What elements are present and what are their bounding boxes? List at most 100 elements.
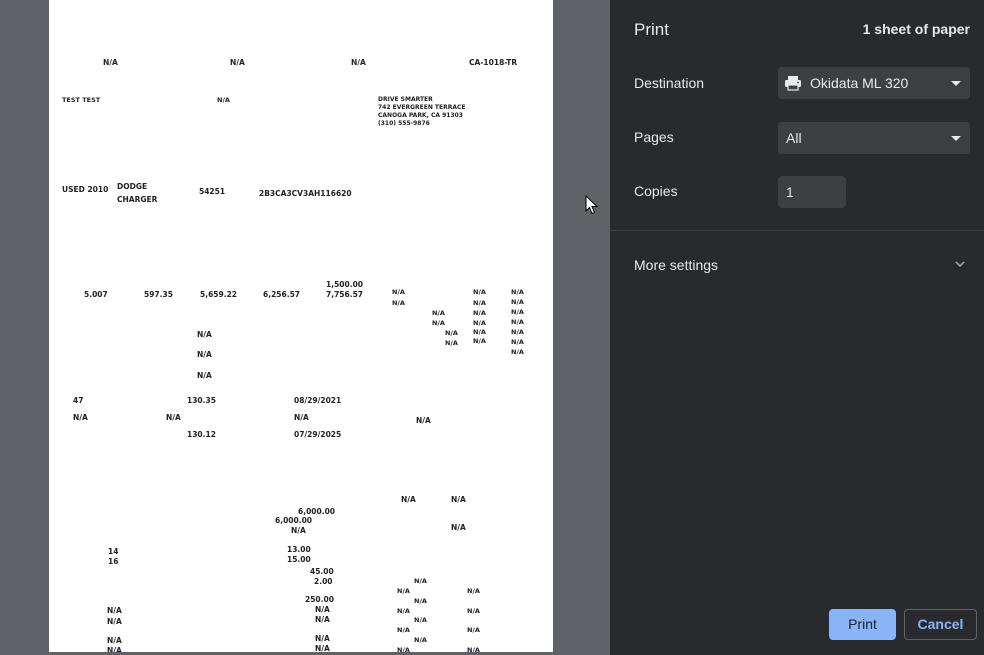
preview-text: N/A xyxy=(445,329,458,337)
preview-text: N/A xyxy=(107,606,122,615)
copies-label: Copies xyxy=(634,183,678,199)
preview-form-id: CA-1018-TR xyxy=(469,58,518,67)
preview-text: N/A xyxy=(451,523,466,532)
preview-total-payments: 6,256.57 xyxy=(263,290,301,299)
preview-text: N/A xyxy=(511,308,524,316)
preview-text: N/A xyxy=(294,413,309,422)
preview-fee: 250.00 xyxy=(305,595,334,604)
preview-fee: 2.00 xyxy=(314,577,333,586)
preview-text: N/A xyxy=(511,338,524,346)
dropdown-arrow-icon xyxy=(951,81,961,86)
preview-payment-amount: 130.35 xyxy=(187,396,216,405)
preview-text: N/A xyxy=(397,587,410,595)
preview-text: N/A xyxy=(467,626,480,634)
more-settings-label: More settings xyxy=(634,257,719,273)
preview-text: N/A xyxy=(166,413,181,422)
preview-text: N/A xyxy=(511,348,524,356)
preview-vehicle-year: USED 2010 xyxy=(62,185,109,194)
preview-text: N/A xyxy=(315,644,330,652)
more-settings-toggle[interactable]: More settings xyxy=(610,248,984,282)
preview-text: N/A xyxy=(107,617,122,626)
print-preview-area[interactable]: N/A N/A N/A CA-1018-TR TEST TEST N/A DRI… xyxy=(0,0,610,655)
destination-select[interactable]: Okidata ML 320 xyxy=(778,67,970,99)
preview-text: N/A xyxy=(414,616,427,624)
printer-icon xyxy=(785,76,801,91)
cancel-button[interactable]: Cancel xyxy=(904,609,977,640)
preview-amount-financed: 5,659.22 xyxy=(200,290,238,299)
dropdown-arrow-icon xyxy=(951,136,961,141)
preview-text: N/A xyxy=(73,413,88,422)
divider xyxy=(610,230,984,231)
preview-text: N/A xyxy=(197,350,212,359)
preview-text: N/A xyxy=(511,328,524,336)
preview-page: N/A N/A N/A CA-1018-TR TEST TEST N/A DRI… xyxy=(49,0,553,652)
preview-text: N/A xyxy=(416,416,431,425)
preview-text: N/A xyxy=(107,636,122,645)
preview-text: N/A xyxy=(467,607,480,615)
preview-text: N/A xyxy=(217,96,230,104)
pages-value: All xyxy=(786,130,802,146)
pages-label: Pages xyxy=(634,129,674,145)
preview-fee: 45.00 xyxy=(310,567,334,576)
preview-text: N/A xyxy=(401,495,416,504)
preview-fee: 13.00 xyxy=(287,545,311,554)
preview-text: N/A xyxy=(445,339,458,347)
preview-text: N/A xyxy=(473,337,486,345)
preview-text: N/A xyxy=(397,607,410,615)
preview-text: N/A xyxy=(414,577,427,585)
sheet-count: 1 sheet of paper xyxy=(862,21,970,37)
preview-text: 14 xyxy=(108,547,119,556)
preview-text: N/A xyxy=(511,288,524,296)
preview-vehicle-make: DODGE xyxy=(117,182,148,191)
preview-odometer: 54251 xyxy=(199,187,226,196)
preview-text: N/A xyxy=(473,309,486,317)
preview-finance-charge: 597.35 xyxy=(144,290,173,299)
preview-apr: 5.007 xyxy=(84,290,108,299)
preview-text: N/A xyxy=(392,288,405,296)
chevron-down-icon xyxy=(955,261,965,268)
preview-text: N/A xyxy=(315,634,330,643)
print-dialog-title: Print xyxy=(634,20,669,39)
preview-text: N/A xyxy=(432,309,445,317)
preview-text: N/A xyxy=(351,58,366,67)
preview-final-date: 07/29/2025 xyxy=(294,430,342,439)
print-settings-panel: Print 1 sheet of paper Destination Okida… xyxy=(610,0,984,655)
preview-text: N/A xyxy=(397,626,410,634)
destination-value: Okidata ML 320 xyxy=(810,75,909,91)
preview-text: N/A xyxy=(397,646,410,652)
mouse-cursor-icon xyxy=(585,195,599,215)
preview-customer: TEST TEST xyxy=(62,96,101,104)
preview-vin: 2B3CA3CV3AH116620 xyxy=(259,189,352,198)
preview-vehicle-model: CHARGER xyxy=(117,195,158,204)
preview-text: N/A xyxy=(197,330,212,339)
preview-text: N/A xyxy=(473,319,486,327)
preview-text: N/A xyxy=(473,299,486,307)
preview-text: N/A xyxy=(511,298,524,306)
preview-text: N/A xyxy=(473,288,486,296)
preview-text: N/A xyxy=(197,371,212,380)
preview-text: N/A xyxy=(315,615,330,624)
destination-label: Destination xyxy=(634,75,705,91)
copies-input[interactable] xyxy=(778,176,846,208)
preview-text: N/A xyxy=(291,526,306,535)
preview-text: N/A xyxy=(414,636,427,644)
preview-text: N/A xyxy=(451,495,466,504)
preview-dealer-address: DRIVE SMARTER 742 EVERGREEN TERRACE CANO… xyxy=(378,96,466,127)
preview-cash-price: 6,000.00 xyxy=(275,516,313,525)
preview-text: N/A xyxy=(467,646,480,652)
preview-text: N/A xyxy=(414,597,427,605)
preview-fee: 15.00 xyxy=(287,555,311,564)
preview-text: N/A xyxy=(315,605,330,614)
print-button[interactable]: Print xyxy=(829,609,896,640)
pages-select[interactable]: All xyxy=(778,122,970,154)
preview-down-payment: 1,500.00 xyxy=(326,280,364,289)
preview-text: N/A xyxy=(432,319,445,327)
preview-cash-price: 6,000.00 xyxy=(298,507,336,516)
preview-payment-count: 47 xyxy=(73,396,84,405)
preview-final-amount: 130.12 xyxy=(187,430,216,439)
preview-total-sale-price: 7,756.57 xyxy=(326,290,364,299)
preview-text: N/A xyxy=(392,299,405,307)
preview-text: N/A xyxy=(103,58,118,67)
preview-text: 16 xyxy=(108,557,119,566)
preview-text: N/A xyxy=(467,587,480,595)
